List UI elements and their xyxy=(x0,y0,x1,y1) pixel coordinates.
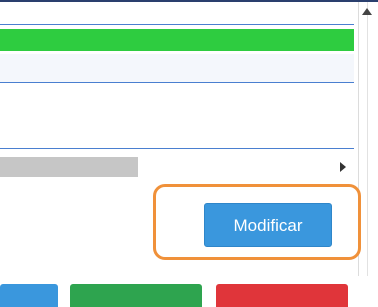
bottom-red-button[interactable] xyxy=(216,284,348,307)
bottom-action-bar xyxy=(0,284,378,307)
vertical-scroll-track xyxy=(367,2,368,276)
bottom-blue-button[interactable] xyxy=(0,284,58,307)
status-progress-bar xyxy=(0,29,354,51)
dialog-frame: Modificar xyxy=(0,0,378,307)
table-bottom-divider xyxy=(0,148,354,149)
horizontal-scroll-thumb[interactable] xyxy=(0,157,138,177)
table-header-divider xyxy=(0,24,354,25)
bottom-green-button[interactable] xyxy=(70,284,202,307)
scroll-up-arrow-icon[interactable] xyxy=(362,8,372,15)
horizontal-scrollbar[interactable] xyxy=(0,154,354,180)
scroll-right-arrow-icon[interactable] xyxy=(340,162,346,172)
vertical-scrollbar[interactable] xyxy=(358,2,378,276)
modify-button[interactable]: Modificar xyxy=(204,203,332,247)
table-row[interactable] xyxy=(0,54,354,83)
